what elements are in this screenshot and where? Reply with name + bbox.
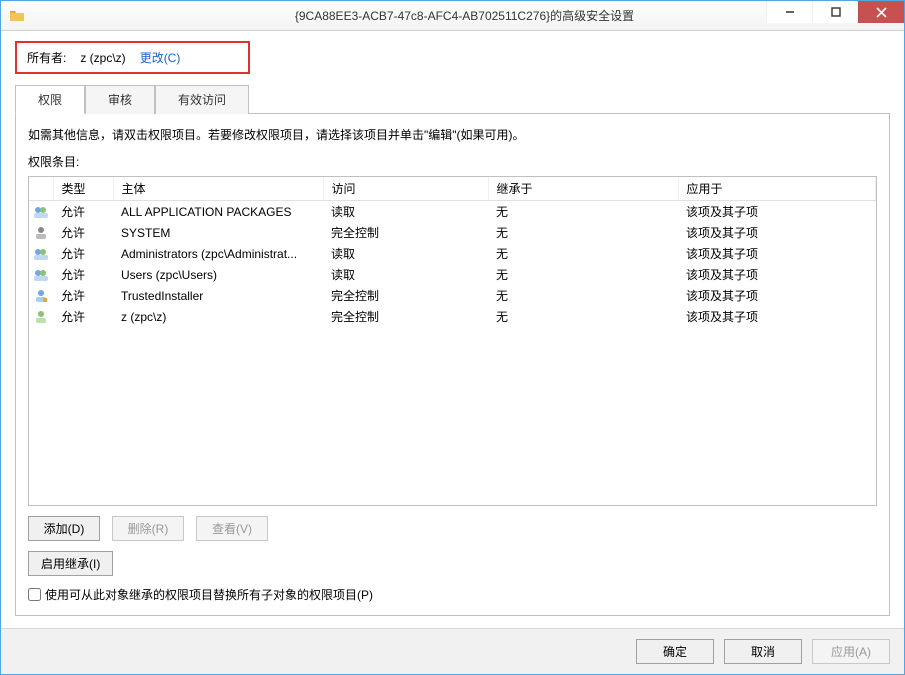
- tab-auditing[interactable]: 审核: [85, 85, 155, 114]
- cell-applies-to: 该项及其子项: [678, 243, 876, 264]
- cell-type: 允许: [53, 264, 113, 285]
- dialog-footer: 确定 取消 应用(A): [1, 628, 904, 674]
- cell-applies-to: 该项及其子项: [678, 201, 876, 223]
- cell-principal: TrustedInstaller: [113, 285, 323, 306]
- permission-table: 类型 主体 访问 继承于 应用于 允许ALL APPLICATION PACKA…: [28, 176, 877, 506]
- cell-inherited-from: 无: [488, 285, 678, 306]
- col-applies-to[interactable]: 应用于: [678, 177, 876, 201]
- col-type[interactable]: 类型: [53, 177, 113, 201]
- col-inherited-from[interactable]: 继承于: [488, 177, 678, 201]
- owner-label: 所有者:: [27, 49, 66, 66]
- minimize-button[interactable]: [766, 1, 812, 23]
- inherit-button-row: 启用继承(I): [28, 551, 877, 576]
- col-icon[interactable]: [29, 177, 53, 201]
- table-row[interactable]: 允许z (zpc\z)完全控制无该项及其子项: [29, 306, 876, 327]
- tabs: 权限 审核 有效访问: [15, 84, 890, 114]
- owner-value: z (zpc\z): [80, 51, 125, 65]
- action-buttons: 添加(D) 删除(R) 查看(V): [28, 516, 877, 541]
- enable-inheritance-button[interactable]: 启用继承(I): [28, 551, 113, 576]
- content-area: 所有者: z (zpc\z) 更改(C) 权限 审核 有效访问 如需其他信息，请…: [1, 31, 904, 628]
- folder-icon: [9, 8, 25, 24]
- cell-type: 允许: [53, 201, 113, 223]
- cell-inherited-from: 无: [488, 201, 678, 223]
- cell-applies-to: 该项及其子项: [678, 306, 876, 327]
- cell-type: 允许: [53, 306, 113, 327]
- tab-panel: 如需其他信息，请双击权限项目。若要修改权限项目，请选择该项目并单击"编辑"(如果…: [15, 114, 890, 616]
- cell-applies-to: 该项及其子项: [678, 285, 876, 306]
- principal-icon: [29, 264, 53, 285]
- cell-principal: ALL APPLICATION PACKAGES: [113, 201, 323, 223]
- cell-access: 读取: [323, 264, 488, 285]
- window-controls: [766, 1, 904, 23]
- tab-effective-access[interactable]: 有效访问: [155, 85, 249, 114]
- view-button[interactable]: 查看(V): [196, 516, 268, 541]
- cancel-button[interactable]: 取消: [724, 639, 802, 664]
- cell-applies-to: 该项及其子项: [678, 264, 876, 285]
- add-button[interactable]: 添加(D): [28, 516, 100, 541]
- col-principal[interactable]: 主体: [113, 177, 323, 201]
- principal-icon: [29, 222, 53, 243]
- table-row[interactable]: 允许Administrators (zpc\Administrat...读取无该…: [29, 243, 876, 264]
- cell-applies-to: 该项及其子项: [678, 222, 876, 243]
- owner-row: 所有者: z (zpc\z) 更改(C): [15, 41, 250, 74]
- change-owner-link[interactable]: 更改(C): [140, 49, 181, 66]
- cell-inherited-from: 无: [488, 264, 678, 285]
- principal-icon: [29, 306, 53, 327]
- replace-child-perms-label[interactable]: 使用可从此对象继承的权限项目替换所有子对象的权限项目(P): [45, 586, 373, 603]
- remove-button[interactable]: 删除(R): [112, 516, 184, 541]
- entries-label: 权限条目:: [28, 153, 877, 170]
- table-row[interactable]: 允许Users (zpc\Users)读取无该项及其子项: [29, 264, 876, 285]
- principal-icon: [29, 285, 53, 306]
- cell-type: 允许: [53, 243, 113, 264]
- cell-access: 完全控制: [323, 222, 488, 243]
- replace-child-perms-row: 使用可从此对象继承的权限项目替换所有子对象的权限项目(P): [28, 586, 877, 603]
- cell-access: 读取: [323, 243, 488, 264]
- cell-type: 允许: [53, 285, 113, 306]
- close-button[interactable]: [858, 1, 904, 23]
- cell-inherited-from: 无: [488, 306, 678, 327]
- tab-permissions[interactable]: 权限: [15, 85, 85, 114]
- cell-access: 完全控制: [323, 306, 488, 327]
- table-row[interactable]: 允许SYSTEM完全控制无该项及其子项: [29, 222, 876, 243]
- ok-button[interactable]: 确定: [636, 639, 714, 664]
- replace-child-perms-checkbox[interactable]: [28, 588, 41, 601]
- cell-inherited-from: 无: [488, 222, 678, 243]
- table-row[interactable]: 允许TrustedInstaller完全控制无该项及其子项: [29, 285, 876, 306]
- cell-principal: Users (zpc\Users): [113, 264, 323, 285]
- cell-principal: Administrators (zpc\Administrat...: [113, 243, 323, 264]
- instructions-text: 如需其他信息，请双击权限项目。若要修改权限项目，请选择该项目并单击"编辑"(如果…: [28, 126, 877, 143]
- apply-button[interactable]: 应用(A): [812, 639, 890, 664]
- cell-access: 读取: [323, 201, 488, 223]
- cell-access: 完全控制: [323, 285, 488, 306]
- cell-inherited-from: 无: [488, 243, 678, 264]
- titlebar: {9CA88EE3-ACB7-47c8-AFC4-AB702511C276}的高…: [1, 1, 904, 31]
- principal-icon: [29, 201, 53, 223]
- cell-principal: SYSTEM: [113, 222, 323, 243]
- col-access[interactable]: 访问: [323, 177, 488, 201]
- table-row[interactable]: 允许ALL APPLICATION PACKAGES读取无该项及其子项: [29, 201, 876, 223]
- maximize-button[interactable]: [812, 1, 858, 23]
- cell-principal: z (zpc\z): [113, 306, 323, 327]
- table-header-row: 类型 主体 访问 继承于 应用于: [29, 177, 876, 201]
- principal-icon: [29, 243, 53, 264]
- cell-type: 允许: [53, 222, 113, 243]
